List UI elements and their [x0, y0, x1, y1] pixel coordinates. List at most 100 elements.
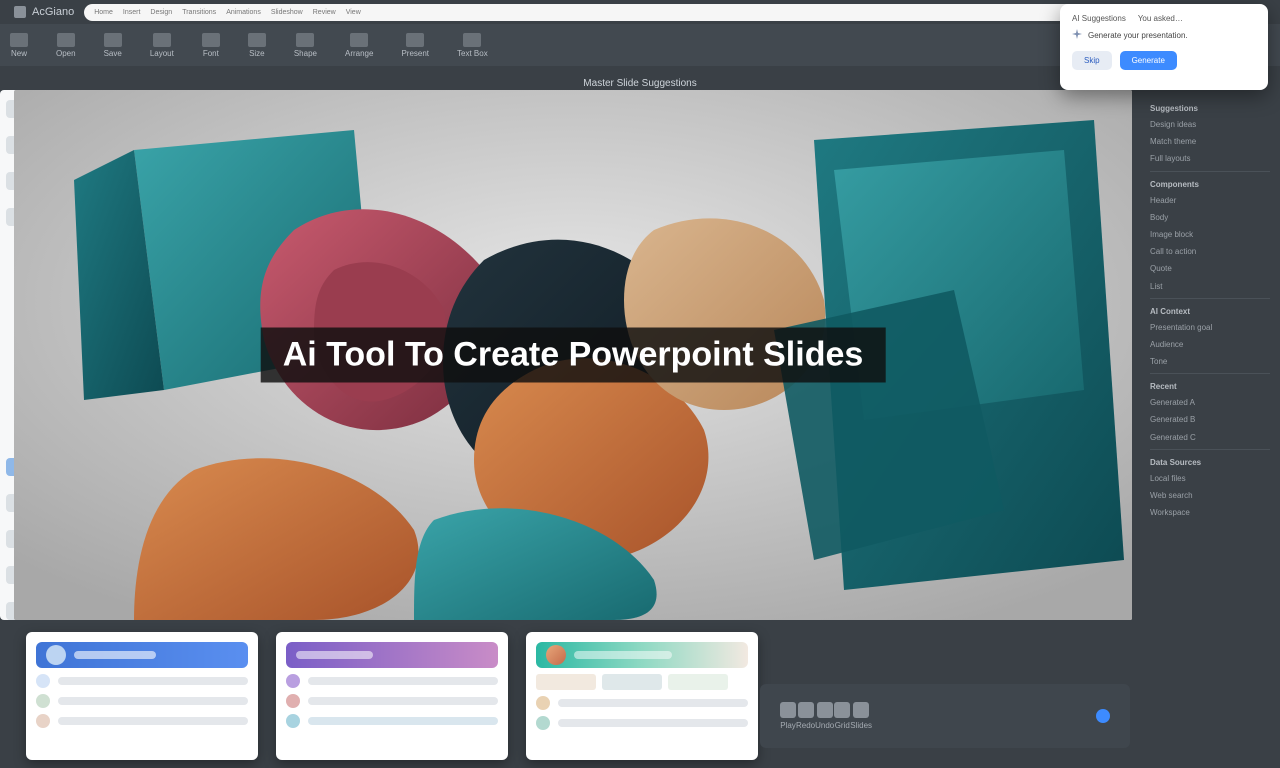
- redo-icon: [798, 702, 814, 718]
- template-title-line: [574, 651, 672, 659]
- brand-label: AcGiano: [32, 6, 74, 18]
- panel-item[interactable]: Design ideas: [1150, 119, 1270, 130]
- ribbon-label: Text Box: [457, 49, 488, 58]
- control-grid[interactable]: Grid: [834, 702, 850, 730]
- control-play[interactable]: Play: [780, 702, 796, 730]
- panel-item[interactable]: Tone: [1150, 356, 1270, 367]
- divider: [1150, 373, 1270, 374]
- panel-item[interactable]: Header: [1150, 195, 1270, 206]
- avatar-icon: [546, 645, 566, 665]
- panel-item[interactable]: Body: [1150, 212, 1270, 223]
- control-label: Play: [780, 721, 796, 730]
- popup-message: Generate your presentation.: [1072, 29, 1256, 41]
- record-indicator-icon[interactable]: [1096, 709, 1110, 723]
- template-card[interactable]: [26, 632, 258, 760]
- open-icon: [57, 33, 75, 47]
- popup-tabs: AI Suggestions You asked…: [1072, 14, 1256, 23]
- shape-icon: [296, 33, 314, 47]
- text-line: [58, 677, 248, 685]
- skip-button[interactable]: Skip: [1072, 51, 1112, 70]
- panel-section-head: Recent: [1150, 382, 1270, 391]
- ribbon-shape[interactable]: Shape: [294, 33, 317, 58]
- template-thumbnails: [26, 632, 758, 760]
- control-label: Grid: [835, 721, 850, 730]
- ribbon-label: Save: [104, 49, 122, 58]
- generate-button[interactable]: Generate: [1120, 51, 1177, 70]
- panel-item[interactable]: Audience: [1150, 339, 1270, 350]
- ribbon-label: Font: [203, 49, 219, 58]
- bullet-icon: [36, 694, 50, 708]
- ribbon-size[interactable]: Size: [248, 33, 266, 58]
- address-chip[interactable]: Design: [150, 9, 172, 16]
- template-header: [536, 642, 748, 668]
- ribbon-label: Present: [401, 49, 429, 58]
- popup-tab[interactable]: You asked…: [1138, 14, 1183, 23]
- template-title-line: [296, 651, 373, 659]
- control-slides[interactable]: Slides: [850, 702, 872, 730]
- panel-item[interactable]: Generated C: [1150, 432, 1270, 443]
- address-chip[interactable]: Insert: [123, 9, 141, 16]
- panel-item[interactable]: Call to action: [1150, 246, 1270, 257]
- template-card[interactable]: [276, 632, 508, 760]
- ribbon-present[interactable]: Present: [401, 33, 429, 58]
- app-brand: AcGiano: [14, 6, 74, 18]
- panel-item[interactable]: List: [1150, 281, 1270, 292]
- sparkle-icon: [1072, 29, 1082, 41]
- ribbon-textbox[interactable]: Text Box: [457, 33, 488, 58]
- panel-item[interactable]: Full layouts: [1150, 153, 1270, 164]
- ribbon-layout[interactable]: Layout: [150, 33, 174, 58]
- popup-tab[interactable]: AI Suggestions: [1072, 14, 1126, 23]
- size-icon: [248, 33, 266, 47]
- panel-item[interactable]: Web search: [1150, 490, 1270, 501]
- brand-icon: [14, 6, 26, 18]
- bullet-icon: [536, 716, 550, 730]
- arrange-icon: [350, 33, 368, 47]
- ribbon-font[interactable]: Font: [202, 33, 220, 58]
- bullet-icon: [286, 694, 300, 708]
- slide-canvas[interactable]: Ai Tool To Create Powerpoint Slides: [14, 90, 1132, 620]
- bullet-icon: [36, 674, 50, 688]
- ribbon-arrange[interactable]: Arrange: [345, 33, 373, 58]
- panel-item[interactable]: Local files: [1150, 473, 1270, 484]
- ribbon-label: Open: [56, 49, 76, 58]
- text-line: [58, 697, 248, 705]
- chip: [668, 674, 728, 690]
- control-redo[interactable]: Redo: [796, 702, 815, 730]
- slide-title-overlay: Ai Tool To Create Powerpoint Slides: [261, 328, 886, 383]
- ribbon-label: Arrange: [345, 49, 373, 58]
- text-line: [308, 697, 498, 705]
- text-line: [58, 717, 248, 725]
- address-chip[interactable]: Transitions: [182, 9, 216, 16]
- panel-item[interactable]: Presentation goal: [1150, 322, 1270, 333]
- layout-icon: [153, 33, 171, 47]
- ribbon-new[interactable]: New: [10, 33, 28, 58]
- popup-actions: Skip Generate: [1072, 51, 1256, 70]
- text-line: [308, 677, 498, 685]
- address-chip[interactable]: Animations: [226, 9, 261, 16]
- address-chip[interactable]: View: [346, 9, 361, 16]
- template-card[interactable]: [526, 632, 758, 760]
- panel-item[interactable]: Image block: [1150, 229, 1270, 240]
- ribbon-label: Shape: [294, 49, 317, 58]
- popup-message-text: Generate your presentation.: [1088, 31, 1188, 40]
- font-icon: [202, 33, 220, 47]
- control-undo[interactable]: Undo: [815, 702, 834, 730]
- panel-item[interactable]: Generated B: [1150, 414, 1270, 425]
- chip: [602, 674, 662, 690]
- play-icon: [780, 702, 796, 718]
- ai-suggestion-popup: AI Suggestions You asked… Generate your …: [1060, 4, 1268, 90]
- address-chip[interactable]: Home: [94, 9, 113, 16]
- address-chip[interactable]: Slideshow: [271, 9, 303, 16]
- address-chip[interactable]: Review: [313, 9, 336, 16]
- template-header: [36, 642, 248, 668]
- control-label: Undo: [815, 721, 834, 730]
- template-header: [286, 642, 498, 668]
- ribbon-open[interactable]: Open: [56, 33, 76, 58]
- panel-item[interactable]: Quote: [1150, 263, 1270, 274]
- ribbon-save[interactable]: Save: [104, 33, 122, 58]
- panel-item[interactable]: Match theme: [1150, 136, 1270, 147]
- panel-item[interactable]: Generated A: [1150, 397, 1270, 408]
- control-label: Slides: [850, 721, 872, 730]
- bullet-icon: [536, 696, 550, 710]
- panel-item[interactable]: Workspace: [1150, 507, 1270, 518]
